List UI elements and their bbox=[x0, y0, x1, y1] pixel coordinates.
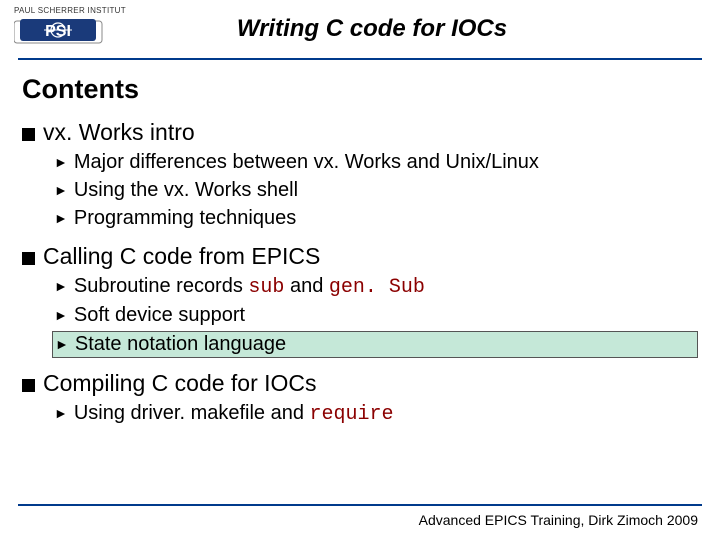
logo-institution-text: PAUL SCHERRER INSTITUT bbox=[14, 6, 134, 15]
list-item: ► Using driver. makefile and require bbox=[52, 401, 698, 427]
slide-footer: Advanced EPICS Training, Dirk Zimoch 200… bbox=[419, 512, 698, 528]
footer-divider bbox=[18, 504, 702, 506]
slide: PAUL SCHERRER INSTITUT PSI Writing C cod… bbox=[0, 0, 720, 540]
psi-logo-graphic: PSI bbox=[14, 17, 134, 52]
list-item-text: Using the vx. Works shell bbox=[74, 179, 298, 202]
square-bullet-icon bbox=[22, 128, 35, 141]
list-item-text: Subroutine records sub and gen. Sub bbox=[74, 275, 425, 299]
list-item-text: Soft device support bbox=[74, 304, 245, 327]
text-fragment: Using driver. makefile and bbox=[74, 402, 310, 424]
section-heading-text: vx. Works intro bbox=[43, 119, 195, 146]
code-fragment: sub bbox=[248, 276, 284, 299]
section-heading: vx. Works intro bbox=[22, 119, 698, 146]
section-heading: Calling C code from EPICS bbox=[22, 243, 698, 270]
contents-heading: Contents bbox=[22, 74, 698, 105]
list-item: ► Programming techniques bbox=[52, 206, 698, 231]
list-item-text: Major differences between vx. Works and … bbox=[74, 151, 539, 174]
list-item: ► Subroutine records sub and gen. Sub bbox=[52, 274, 698, 300]
section-items: ► Subroutine records sub and gen. Sub ► … bbox=[52, 274, 698, 358]
list-item: ► Major differences between vx. Works an… bbox=[52, 150, 698, 175]
text-fragment: Subroutine records bbox=[74, 275, 249, 297]
triangle-bullet-icon: ► bbox=[54, 405, 68, 421]
list-item-highlighted: ► State notation language bbox=[52, 331, 698, 358]
slide-title: Writing C code for IOCs bbox=[134, 15, 700, 43]
code-fragment: gen. Sub bbox=[329, 276, 425, 299]
slide-header: PAUL SCHERRER INSTITUT PSI Writing C cod… bbox=[0, 0, 720, 52]
code-fragment: require bbox=[310, 403, 394, 426]
triangle-bullet-icon: ► bbox=[54, 278, 68, 294]
list-item: ► Using the vx. Works shell bbox=[52, 178, 698, 203]
psi-logo: PAUL SCHERRER INSTITUT PSI bbox=[14, 6, 134, 52]
text-fragment: and bbox=[284, 275, 328, 297]
slide-body: Contents vx. Works intro ► Major differe… bbox=[0, 60, 720, 427]
section-heading: Compiling C code for IOCs bbox=[22, 370, 698, 397]
section-items: ► Major differences between vx. Works an… bbox=[52, 150, 698, 231]
list-item: ► Soft device support bbox=[52, 303, 698, 328]
triangle-bullet-icon: ► bbox=[54, 307, 68, 323]
section-heading-text: Compiling C code for IOCs bbox=[43, 370, 317, 397]
square-bullet-icon bbox=[22, 379, 35, 392]
list-item-text: Using driver. makefile and require bbox=[74, 402, 394, 426]
list-item-text: Programming techniques bbox=[74, 207, 296, 230]
list-item-text: State notation language bbox=[75, 333, 286, 356]
triangle-bullet-icon: ► bbox=[54, 154, 68, 170]
square-bullet-icon bbox=[22, 252, 35, 265]
triangle-bullet-icon: ► bbox=[54, 210, 68, 226]
section-items: ► Using driver. makefile and require bbox=[52, 401, 698, 427]
section-heading-text: Calling C code from EPICS bbox=[43, 243, 320, 270]
triangle-bullet-icon: ► bbox=[55, 336, 69, 352]
triangle-bullet-icon: ► bbox=[54, 182, 68, 198]
